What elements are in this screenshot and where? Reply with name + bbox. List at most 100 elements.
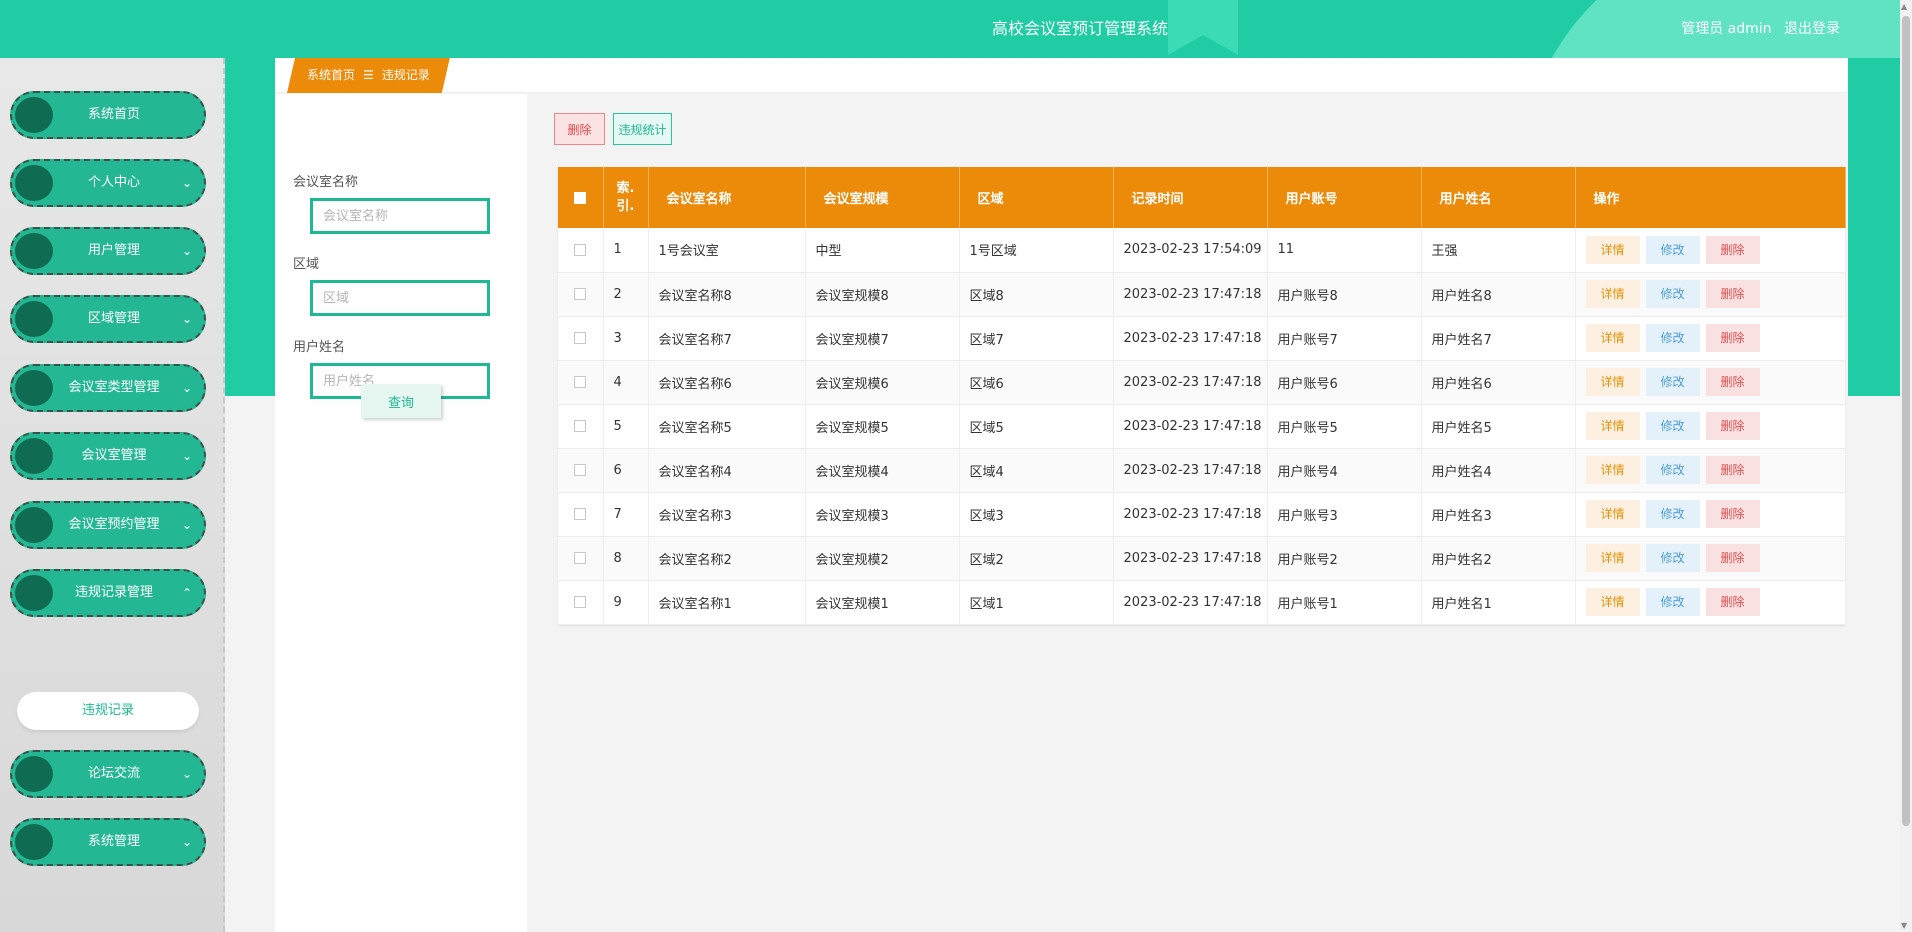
room-name-input[interactable] — [310, 198, 490, 234]
edit-button[interactable]: 修改 — [1645, 544, 1700, 572]
sidebar-item-system[interactable]: 系统管理 ⌄ — [10, 818, 206, 866]
search-label-region: 区域 — [293, 257, 320, 272]
row-checkbox[interactable] — [574, 508, 587, 520]
cell-room-size: 会议室规模2 — [805, 536, 960, 581]
detail-button[interactable]: 详情 — [1585, 235, 1640, 264]
row-checkbox[interactable] — [574, 288, 587, 300]
menu-dot-icon — [15, 756, 53, 792]
page-scrollbar[interactable]: ▲ ▼ — [1900, 0, 1912, 932]
edit-button[interactable]: 修改 — [1645, 368, 1700, 396]
scroll-down-arrow-icon[interactable]: ▼ — [1901, 921, 1907, 930]
edit-button[interactable]: 修改 — [1645, 235, 1700, 264]
cell-record-time: 2023-02-23 17:54:09 — [1113, 228, 1268, 273]
detail-button[interactable]: 详情 — [1585, 324, 1640, 352]
delete-button[interactable]: 删除 — [1705, 500, 1760, 528]
row-checkbox[interactable] — [574, 420, 587, 432]
delete-button[interactable]: 删除 — [1705, 280, 1760, 308]
delete-button[interactable]: 删除 — [1705, 412, 1760, 440]
search-button[interactable]: 查询 — [361, 384, 441, 418]
delete-button[interactable]: 删除 — [1705, 324, 1760, 352]
sidebar-item-violations[interactable]: 违规记录管理 ⌃ — [10, 569, 206, 617]
table-row: 4 会议室名称6 会议室规模6 区域6 2023-02-23 17:47:18 用户账号6… — [558, 360, 1846, 405]
delete-button[interactable]: 删除 — [1705, 544, 1760, 572]
cell-index: 1 — [603, 228, 649, 273]
sidebar-item-home[interactable]: 系统首页 — [10, 91, 206, 139]
row-checkbox-cell — [558, 272, 604, 317]
delete-button[interactable]: 删除 — [1705, 235, 1760, 264]
sidebar-item-profile[interactable]: 个人中心 ⌄ — [10, 159, 206, 207]
scroll-up-arrow-icon[interactable]: ▲ — [1901, 2, 1907, 11]
search-panel: 会议室名称 区域 用户姓名 — [275, 94, 527, 932]
cell-actions: 详情 修改 删除 — [1575, 536, 1846, 581]
detail-button[interactable]: 详情 — [1585, 412, 1640, 440]
delete-button[interactable]: 删除 — [1705, 456, 1760, 484]
cell-record-time: 2023-02-23 17:47:18 — [1113, 360, 1268, 405]
menu-dot-icon — [15, 438, 53, 474]
cell-user-name: 用户姓名8 — [1421, 272, 1576, 317]
submenu-violation-records[interactable]: 违规记录 — [17, 692, 199, 730]
logout-link[interactable]: 退出登录 — [1784, 21, 1840, 37]
edit-button[interactable]: 修改 — [1645, 280, 1700, 308]
region-input[interactable] — [310, 280, 490, 316]
menu-dot-icon — [15, 507, 53, 543]
row-checkbox[interactable] — [574, 552, 587, 564]
edit-button[interactable]: 修改 — [1645, 412, 1700, 440]
menu-dot-icon — [15, 165, 53, 201]
detail-button[interactable]: 详情 — [1585, 368, 1640, 396]
cell-actions: 详情 修改 删除 — [1575, 448, 1846, 493]
detail-button[interactable]: 详情 — [1585, 456, 1640, 484]
cell-region: 区域3 — [959, 492, 1114, 537]
row-checkbox[interactable] — [574, 376, 587, 388]
chevron-down-icon: ⌄ — [181, 176, 192, 190]
row-checkbox[interactable] — [574, 332, 587, 344]
detail-button[interactable]: 详情 — [1585, 500, 1640, 528]
sidebar-item-rooms[interactable]: 会议室管理 ⌄ — [10, 432, 206, 480]
detail-button[interactable]: 详情 — [1585, 280, 1640, 308]
cell-room-size: 会议室规模4 — [805, 448, 960, 493]
table-row: 6 会议室名称4 会议室规模4 区域4 2023-02-23 17:47:18 用户账号4… — [558, 448, 1846, 493]
delete-button[interactable]: 删除 — [1705, 588, 1760, 616]
menu-dot-icon — [15, 824, 53, 860]
select-all-checkbox[interactable] — [574, 191, 587, 204]
row-checkbox-cell — [558, 580, 604, 625]
cell-region: 区域1 — [959, 580, 1114, 625]
edit-button[interactable]: 修改 — [1645, 500, 1700, 528]
breadcrumb: 系统首页 ☰ 违规记录 — [287, 58, 450, 93]
sidebar-item-regions[interactable]: 区域管理 ⌄ — [10, 295, 206, 343]
sidebar-item-room-types[interactable]: 会议室类型管理 ⌄ — [10, 364, 206, 412]
cell-room-size: 中型 — [805, 228, 960, 273]
table-header-row: 索. 引. 会议室名称 会议室规模 区域 记录时间 用户账号 用户姓名 操作 — [558, 167, 1846, 228]
top-header: 高校会议室预订管理系统 管理员 admin 退出登录 — [0, 0, 1912, 58]
violation-stats-button[interactable]: 违规统计 — [613, 113, 672, 145]
edit-button[interactable]: 修改 — [1645, 588, 1700, 616]
cell-user-name: 王强 — [1421, 228, 1576, 273]
sidebar-item-forum[interactable]: 论坛交流 ⌄ — [10, 750, 206, 798]
app-title: 高校会议室预订管理系统 — [991, 19, 1168, 38]
row-checkbox[interactable] — [574, 596, 587, 608]
cell-index: 9 — [603, 580, 649, 625]
cell-region: 区域7 — [959, 316, 1114, 361]
cell-region: 区域8 — [959, 272, 1114, 317]
scrollbar-thumb[interactable] — [1902, 16, 1910, 826]
sidebar-item-label: 会议室预约管理 — [68, 517, 160, 532]
delete-button[interactable]: 删除 — [1705, 368, 1760, 396]
cell-record-time: 2023-02-23 17:47:18 — [1113, 580, 1268, 625]
batch-delete-button[interactable]: 删除 — [554, 113, 605, 145]
table-row: 3 会议室名称7 会议室规模7 区域7 2023-02-23 17:47:18 用户账号7… — [558, 316, 1846, 361]
edit-button[interactable]: 修改 — [1645, 456, 1700, 484]
sidebar-item-reservations[interactable]: 会议室预约管理 ⌄ — [10, 501, 206, 549]
cell-region: 区域2 — [959, 536, 1114, 581]
row-checkbox[interactable] — [574, 243, 587, 256]
sidebar-item-label: 系统首页 — [87, 107, 140, 122]
cell-user-name: 用户姓名7 — [1421, 316, 1576, 361]
row-checkbox[interactable] — [574, 464, 587, 476]
detail-button[interactable]: 详情 — [1585, 588, 1640, 616]
cell-record-time: 2023-02-23 17:47:18 — [1113, 536, 1268, 581]
admin-user-label[interactable]: 管理员 admin — [1681, 21, 1771, 37]
sidebar-item-users[interactable]: 用户管理 ⌄ — [10, 227, 206, 275]
cell-actions: 详情 修改 删除 — [1575, 316, 1846, 361]
detail-button[interactable]: 详情 — [1585, 544, 1640, 572]
breadcrumb-home[interactable]: 系统首页 — [307, 68, 355, 82]
edit-button[interactable]: 修改 — [1645, 324, 1700, 352]
cell-region: 1号区域 — [959, 228, 1114, 273]
